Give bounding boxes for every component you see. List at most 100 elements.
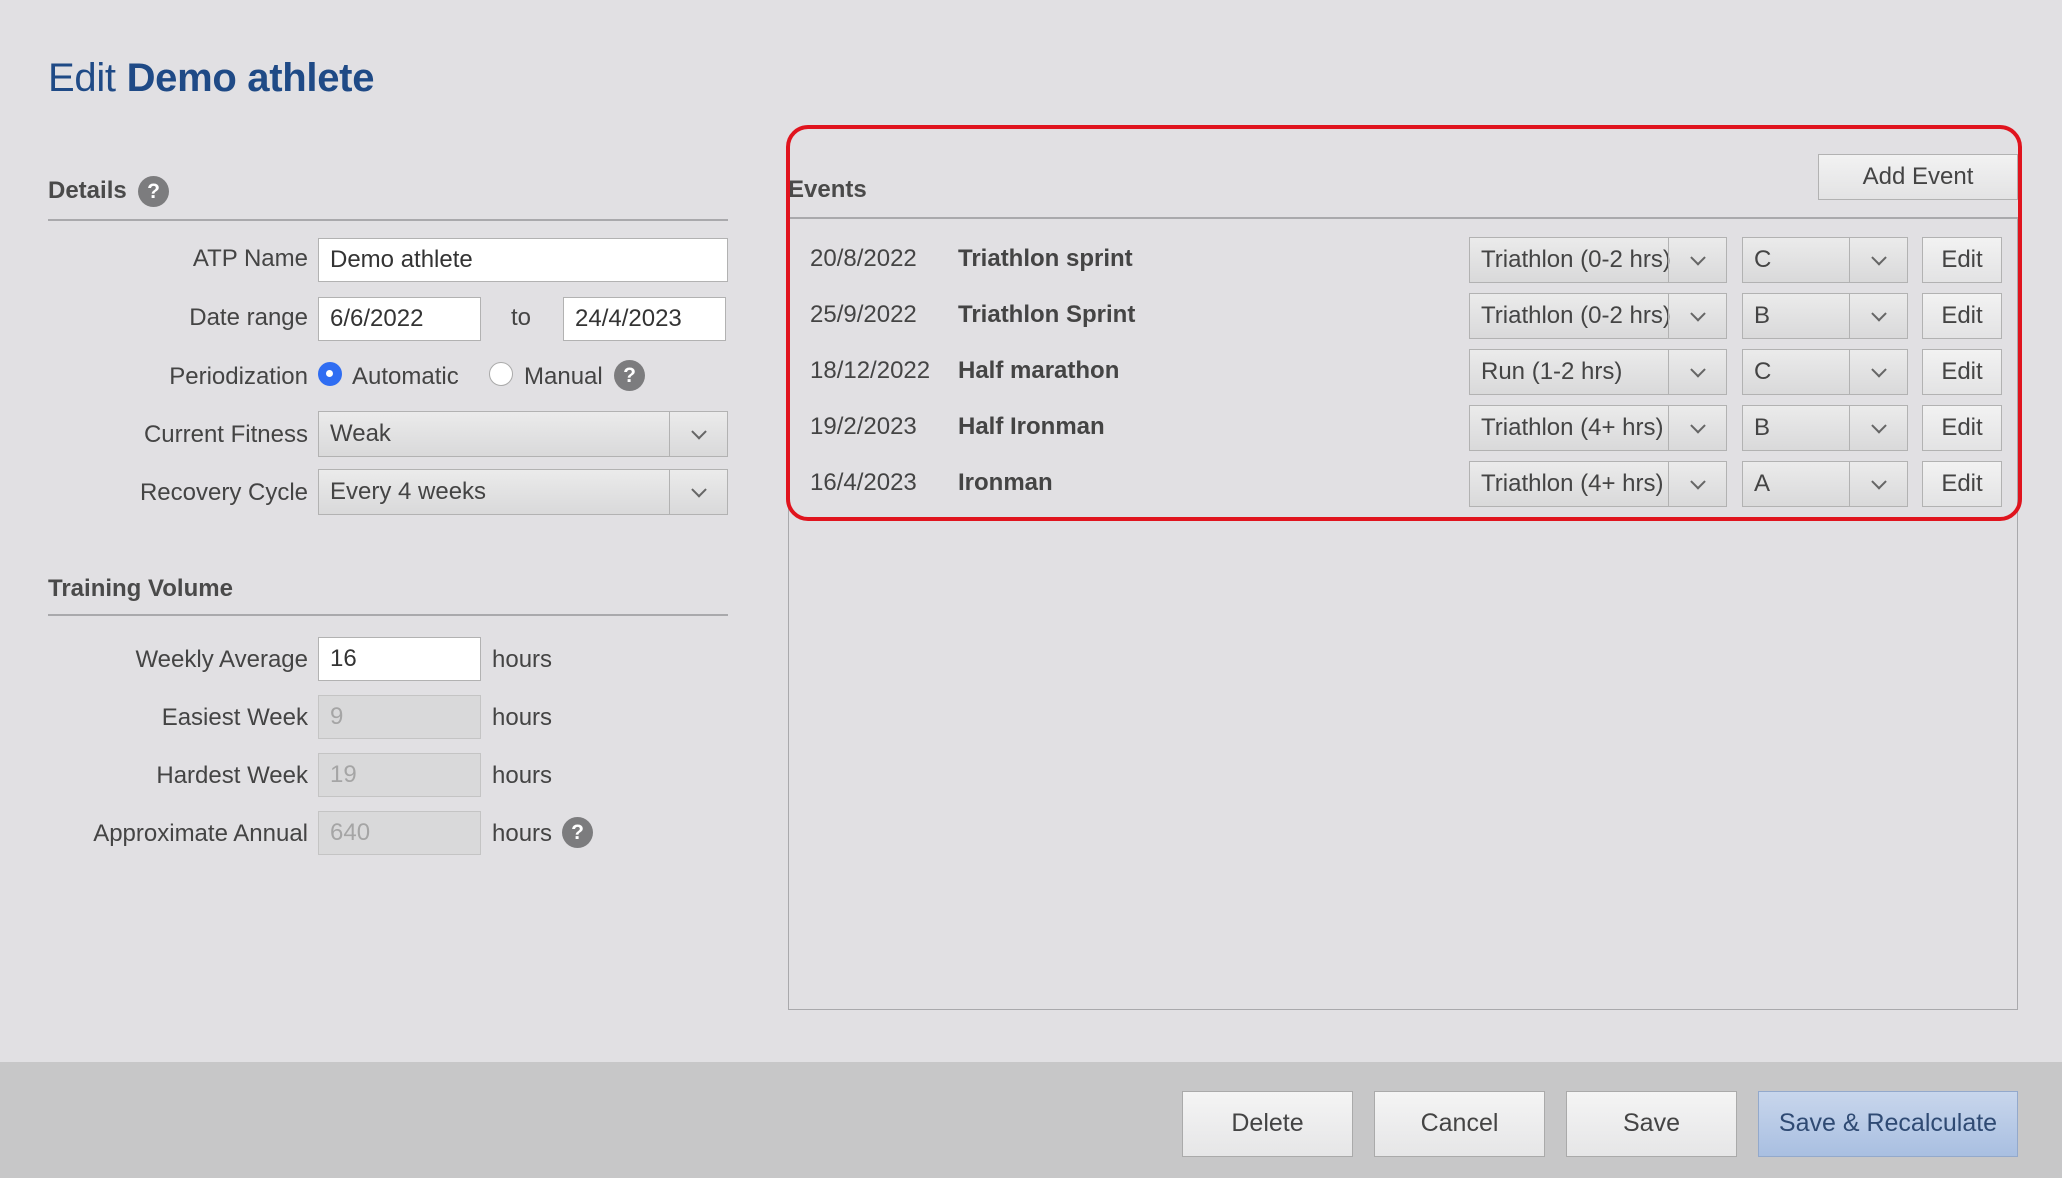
- date-range-label: Date range: [189, 304, 308, 331]
- event-priority-value: C: [1754, 246, 1772, 273]
- details-heading: Details: [48, 177, 127, 204]
- chevron-down-icon: [1689, 306, 1706, 322]
- date-range-separator: to: [511, 304, 532, 331]
- event-edit-button[interactable]: Edit: [1922, 293, 2002, 339]
- event-name: Half marathon: [958, 357, 1120, 384]
- current-fitness-dropdown[interactable]: [669, 412, 727, 456]
- training-volume-heading: Training Volume: [48, 575, 233, 602]
- periodization-automatic-radio[interactable]: [318, 362, 342, 386]
- current-fitness-label: Current Fitness: [143, 421, 308, 448]
- approximate-annual-label: Approximate Annual: [93, 820, 308, 847]
- event-date: 16/4/2023: [810, 469, 917, 496]
- event-edit-button[interactable]: Edit: [1922, 405, 2002, 451]
- event-priority-value: B: [1754, 302, 1771, 329]
- save-recalculate-button[interactable]: Save & Recalculate: [1758, 1091, 2018, 1157]
- chevron-down-icon: [1870, 306, 1887, 322]
- event-type-select[interactable]: Run (1-2 hrs): [1469, 349, 1727, 395]
- event-name: Half Ironman: [958, 413, 1105, 440]
- event-priority-select[interactable]: A: [1742, 461, 1908, 507]
- easiest-week-input: 9: [318, 695, 481, 739]
- cancel-button[interactable]: Cancel: [1374, 1091, 1545, 1157]
- event-name: Ironman: [958, 469, 1053, 496]
- event-priority-value: B: [1754, 414, 1771, 441]
- details-help-icon[interactable]: ?: [138, 176, 169, 207]
- event-date: 19/2/2023: [810, 413, 917, 440]
- current-fitness-select[interactable]: Weak: [318, 411, 728, 457]
- annual-help-icon[interactable]: ?: [562, 817, 593, 848]
- event-priority-select[interactable]: C: [1742, 237, 1908, 283]
- periodization-manual-label[interactable]: Manual: [524, 363, 603, 391]
- event-date: 18/12/2022: [810, 357, 931, 384]
- hardest-week-input: 19: [318, 753, 481, 797]
- chevron-down-icon: [1870, 250, 1887, 266]
- event-type-dropdown[interactable]: [1668, 238, 1726, 282]
- event-type-dropdown[interactable]: [1668, 294, 1726, 338]
- periodization-help-icon[interactable]: ?: [614, 360, 645, 391]
- chevron-down-icon: [1870, 474, 1887, 490]
- recovery-cycle-select[interactable]: Every 4 weeks: [318, 469, 728, 515]
- date-to-input[interactable]: 24/4/2023: [563, 297, 726, 341]
- event-edit-button[interactable]: Edit: [1922, 461, 2002, 507]
- event-priority-select[interactable]: B: [1742, 293, 1908, 339]
- event-type-value: Triathlon (4+ hrs): [1481, 470, 1664, 497]
- current-fitness-value: Weak: [330, 420, 391, 447]
- event-type-value: Run (1-2 hrs): [1481, 358, 1623, 385]
- atp-name-input[interactable]: Demo athlete: [318, 238, 728, 282]
- event-type-value: Triathlon (0-2 hrs): [1481, 302, 1671, 329]
- event-priority-value: A: [1754, 470, 1771, 497]
- weekly-average-unit: hours: [492, 646, 553, 673]
- footer-bar: [0, 1062, 2062, 1178]
- event-priority-value: C: [1754, 358, 1772, 385]
- event-priority-dropdown[interactable]: [1849, 406, 1907, 450]
- delete-button[interactable]: Delete: [1182, 1091, 1353, 1157]
- date-from-input[interactable]: 6/6/2022: [318, 297, 481, 341]
- athlete-name: Demo athlete: [126, 56, 375, 100]
- events-heading: Events: [788, 176, 867, 203]
- add-event-button[interactable]: Add Event: [1818, 154, 2018, 200]
- chevron-down-icon: [690, 424, 707, 440]
- event-type-select[interactable]: Triathlon (4+ hrs): [1469, 461, 1727, 507]
- event-type-select[interactable]: Triathlon (0-2 hrs): [1469, 293, 1727, 339]
- event-date: 20/8/2022: [810, 245, 917, 272]
- event-type-select[interactable]: Triathlon (0-2 hrs): [1469, 237, 1727, 283]
- easiest-week-label: Easiest Week: [161, 704, 308, 731]
- chevron-down-icon: [1870, 418, 1887, 434]
- event-type-select[interactable]: Triathlon (4+ hrs): [1469, 405, 1727, 451]
- event-priority-dropdown[interactable]: [1849, 350, 1907, 394]
- event-type-dropdown[interactable]: [1668, 350, 1726, 394]
- recovery-cycle-value: Every 4 weeks: [330, 478, 487, 505]
- recovery-cycle-dropdown[interactable]: [669, 470, 727, 514]
- event-type-dropdown[interactable]: [1668, 406, 1726, 450]
- details-divider: [48, 219, 728, 221]
- page-title: Edit Demo athlete: [48, 56, 374, 101]
- chevron-down-icon: [690, 482, 707, 498]
- chevron-down-icon: [1689, 250, 1706, 266]
- periodization-label: Periodization: [169, 363, 308, 390]
- event-priority-select[interactable]: B: [1742, 405, 1908, 451]
- weekly-average-input[interactable]: 16: [318, 637, 481, 681]
- easiest-week-unit: hours: [492, 704, 553, 731]
- periodization-automatic-label[interactable]: Automatic: [352, 363, 459, 391]
- event-edit-button[interactable]: Edit: [1922, 349, 2002, 395]
- recovery-cycle-label: Recovery Cycle: [139, 479, 308, 506]
- event-edit-button[interactable]: Edit: [1922, 237, 2002, 283]
- atp-name-label: ATP Name: [192, 245, 308, 272]
- event-type-value: Triathlon (0-2 hrs): [1481, 246, 1671, 273]
- periodization-manual-radio[interactable]: [489, 362, 513, 386]
- event-priority-dropdown[interactable]: [1849, 462, 1907, 506]
- chevron-down-icon: [1689, 418, 1706, 434]
- page-title-prefix: Edit: [48, 56, 116, 100]
- event-type-dropdown[interactable]: [1668, 462, 1726, 506]
- training-volume-divider: [48, 614, 728, 616]
- event-date: 25/9/2022: [810, 301, 917, 328]
- hardest-week-unit: hours: [492, 762, 553, 789]
- chevron-down-icon: [1689, 474, 1706, 490]
- weekly-average-label: Weekly Average: [135, 646, 308, 673]
- event-priority-select[interactable]: C: [1742, 349, 1908, 395]
- event-priority-dropdown[interactable]: [1849, 238, 1907, 282]
- event-priority-dropdown[interactable]: [1849, 294, 1907, 338]
- save-button[interactable]: Save: [1566, 1091, 1737, 1157]
- hardest-week-label: Hardest Week: [156, 762, 308, 789]
- event-name: Triathlon Sprint: [958, 301, 1136, 328]
- chevron-down-icon: [1870, 362, 1887, 378]
